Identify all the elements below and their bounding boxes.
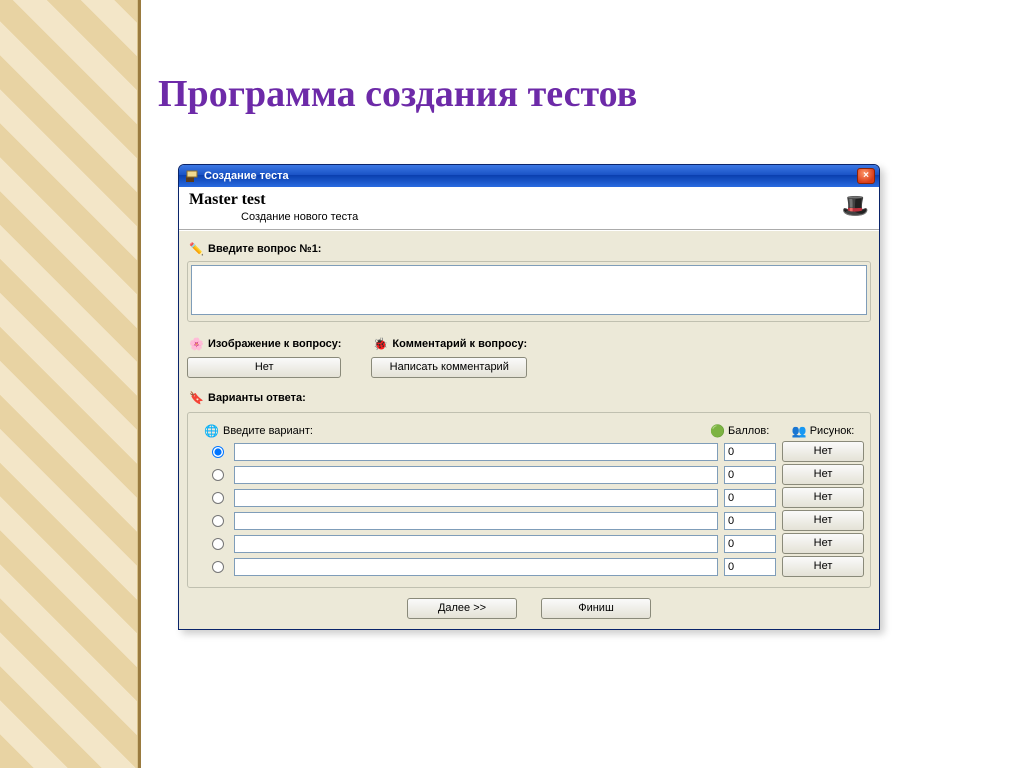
points-input[interactable]: [724, 443, 776, 461]
chart-icon: 🟢: [710, 423, 725, 438]
answer-radio[interactable]: [212, 538, 224, 550]
answer-row: Нет: [194, 510, 864, 531]
globe-icon: 🌐: [204, 423, 219, 438]
image-col: 🌸 Изображение к вопросу: Нет: [187, 330, 341, 378]
variant-input[interactable]: [234, 558, 718, 576]
answer-image-button[interactable]: Нет: [782, 464, 864, 485]
points-input[interactable]: [724, 466, 776, 484]
answer-radio[interactable]: [212, 446, 224, 458]
finish-button[interactable]: Финиш: [541, 598, 651, 619]
answer-image-button[interactable]: Нет: [782, 487, 864, 508]
answer-row: Нет: [194, 487, 864, 508]
question-input[interactable]: [191, 265, 867, 315]
comment-col: 🐞 Комментарий к вопросу: Написать коммен…: [371, 330, 527, 378]
header-app-name: Master test: [189, 191, 871, 209]
image-label-text: Изображение к вопросу:: [208, 338, 341, 350]
points-input[interactable]: [724, 535, 776, 553]
titlebar[interactable]: Создание теста ×: [179, 165, 879, 187]
points-input[interactable]: [724, 512, 776, 530]
flower-icon: 🌸: [189, 336, 204, 351]
comment-button[interactable]: Написать комментарий: [371, 357, 527, 378]
comment-label-text: Комментарий к вопросу:: [392, 338, 527, 350]
answers-group-label: 🔖 Варианты ответа:: [189, 390, 306, 405]
variant-input[interactable]: [234, 489, 718, 507]
slide-side-keyline: [138, 0, 141, 768]
answer-radio[interactable]: [212, 492, 224, 504]
answers-group-text: Варианты ответа:: [208, 392, 306, 404]
answer-row: Нет: [194, 533, 864, 554]
question-group: [187, 261, 871, 322]
window-header: Master test Создание нового теста 🎩: [179, 187, 879, 231]
question-label-text: Введите вопрос №1:: [208, 243, 321, 255]
col-points: 🟢 Баллов:: [710, 423, 776, 438]
answer-row: Нет: [194, 464, 864, 485]
header-subtitle: Создание нового теста: [241, 211, 871, 223]
answers-group: 🌐 Введите вариант: 🟢 Баллов: 👥 Рисунок: …: [187, 412, 871, 588]
next-button[interactable]: Далее >>: [407, 598, 517, 619]
answer-image-button[interactable]: Нет: [782, 441, 864, 462]
variant-input[interactable]: [234, 512, 718, 530]
app-window: Создание теста × Master test Создание но…: [178, 164, 880, 630]
tag-icon: 🔖: [189, 390, 204, 405]
close-button[interactable]: ×: [857, 168, 875, 184]
window-title: Создание теста: [204, 170, 857, 182]
bug-icon: 🐞: [373, 336, 388, 351]
window-body: ✏️ Введите вопрос №1: 🌸 Изображение к во…: [179, 231, 879, 629]
points-input[interactable]: [724, 558, 776, 576]
answer-image-button[interactable]: Нет: [782, 533, 864, 554]
answer-radio[interactable]: [212, 469, 224, 481]
col-variant: 🌐 Введите вариант:: [204, 423, 704, 438]
answer-radio[interactable]: [212, 515, 224, 527]
slide-side-pattern: [0, 0, 138, 768]
points-input[interactable]: [724, 489, 776, 507]
answer-image-button[interactable]: Нет: [782, 556, 864, 577]
slide-title: Программа создания тестов: [158, 72, 637, 116]
answer-row: Нет: [194, 556, 864, 577]
attachments-row: 🌸 Изображение к вопросу: Нет 🐞 Комментар…: [187, 330, 871, 378]
answer-radio[interactable]: [212, 561, 224, 573]
pencil-icon: ✏️: [189, 241, 204, 256]
answers-header: 🌐 Введите вариант: 🟢 Баллов: 👥 Рисунок:: [204, 423, 864, 438]
app-icon: [185, 169, 199, 183]
image-label: 🌸 Изображение к вопросу:: [189, 336, 341, 351]
image-button[interactable]: Нет: [187, 357, 341, 378]
question-label: ✏️ Введите вопрос №1:: [189, 241, 321, 256]
comment-label: 🐞 Комментарий к вопросу:: [373, 336, 527, 351]
col-image: 👥 Рисунок:: [782, 423, 864, 438]
variant-input[interactable]: [234, 535, 718, 553]
answer-row: Нет: [194, 441, 864, 462]
answer-image-button[interactable]: Нет: [782, 510, 864, 531]
variant-input[interactable]: [234, 443, 718, 461]
people-icon: 👥: [792, 423, 807, 438]
wizard-hat-icon: 🎩: [842, 193, 869, 219]
variant-input[interactable]: [234, 466, 718, 484]
wizard-footer: Далее >> Финиш: [187, 598, 871, 621]
